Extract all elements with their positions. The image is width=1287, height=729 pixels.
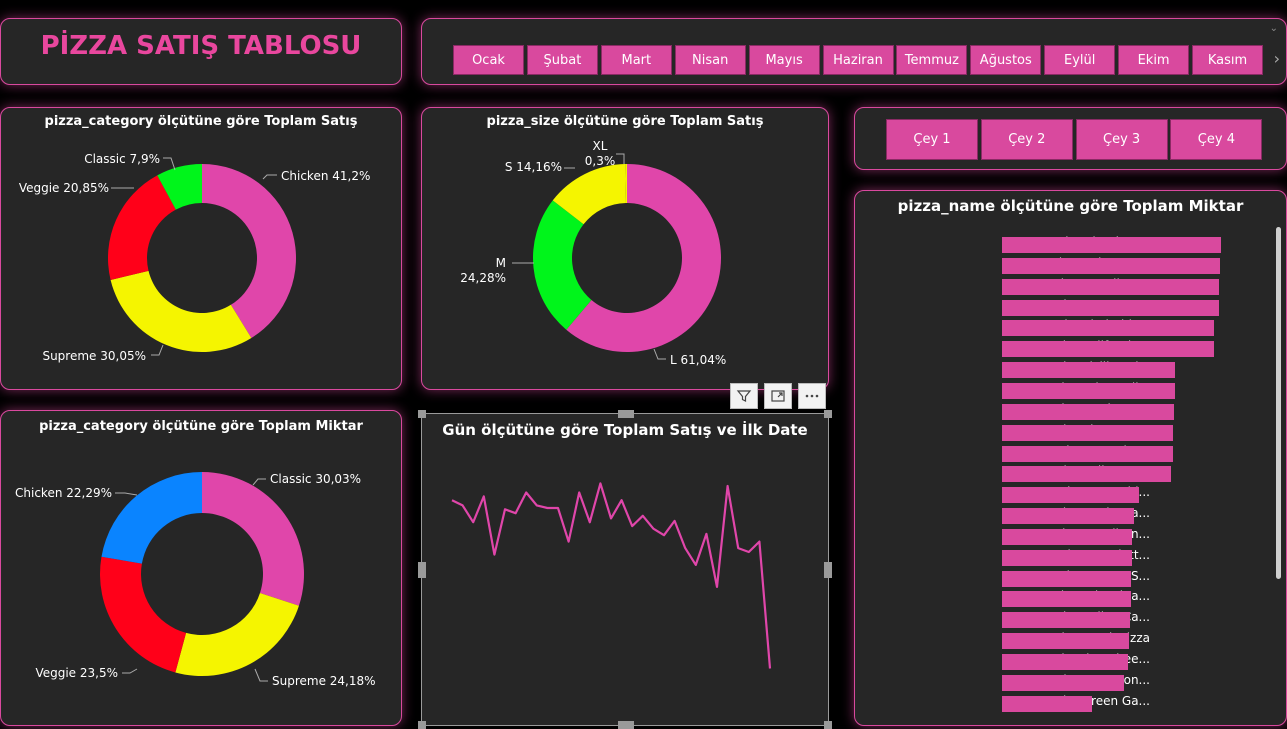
bar[interactable] bbox=[1002, 654, 1128, 670]
donut-slice-supreme[interactable] bbox=[110, 270, 252, 352]
month-slicer: Ocak Şubat Mart Nisan Mayıs Haziran Temmuz Ağus… bbox=[421, 18, 1287, 85]
slice-label: 24,28% bbox=[460, 271, 506, 285]
resize-handle-tr[interactable] bbox=[824, 410, 832, 418]
slice-label: Veggie 23,5% bbox=[35, 666, 118, 680]
bar[interactable] bbox=[1002, 382, 1175, 399]
quarter-button[interactable]: Çey 4 bbox=[1170, 119, 1263, 160]
bar[interactable] bbox=[1002, 487, 1139, 504]
resize-handle-top[interactable] bbox=[618, 410, 634, 418]
month-button[interactable]: Ocak bbox=[453, 45, 524, 75]
leader-line bbox=[115, 492, 138, 496]
day-line-chart bbox=[451, 482, 772, 669]
month-button[interactable]: Eylül bbox=[1044, 45, 1116, 75]
more-options-icon[interactable] bbox=[798, 383, 826, 409]
slice-label: Veggie 20,85% bbox=[19, 181, 109, 195]
bar[interactable] bbox=[1002, 403, 1174, 420]
quarter-button[interactable]: Çey 2 bbox=[980, 119, 1073, 160]
size-sales-donut: L 61,04% M24,28% S 14,16% XL0,3% bbox=[460, 139, 726, 367]
month-button[interactable]: Mart bbox=[600, 45, 672, 75]
filter-icon[interactable] bbox=[730, 383, 758, 409]
quarter-button[interactable]: Çey 3 bbox=[1075, 119, 1168, 160]
bar[interactable] bbox=[1002, 466, 1171, 483]
donut-slice-chicken[interactable] bbox=[101, 472, 202, 564]
scrollbar[interactable] bbox=[1276, 227, 1281, 579]
slice-label: Classic 7,9% bbox=[84, 152, 160, 166]
bar[interactable] bbox=[1002, 362, 1175, 379]
donut-slice-veggie[interactable] bbox=[107, 175, 176, 280]
bar[interactable] bbox=[1002, 299, 1219, 316]
month-button[interactable]: Şubat bbox=[526, 45, 598, 75]
category-sales-donut: Chicken 41,2% Supreme 30,05% Veggie 20,85%… bbox=[19, 152, 371, 363]
month-button[interactable]: Mayıs bbox=[748, 45, 820, 75]
month-button[interactable]: Kasım bbox=[1192, 45, 1263, 75]
resize-handle-tl[interactable] bbox=[418, 410, 426, 418]
slice-label: 0,3% bbox=[585, 154, 616, 168]
slice-label: Chicken 22,29% bbox=[15, 486, 112, 500]
bar[interactable] bbox=[1002, 570, 1132, 587]
bar[interactable] bbox=[1002, 341, 1215, 358]
bar[interactable] bbox=[1002, 528, 1133, 545]
bar[interactable] bbox=[1002, 674, 1124, 691]
size-sales-panel: pizza_size ölçütüne göre Toplam Satış L … bbox=[421, 107, 829, 390]
leader-line bbox=[262, 174, 277, 180]
leader-line bbox=[653, 348, 666, 360]
category-sales-panel: pizza_category ölçütüne göre Toplam Satı… bbox=[0, 107, 402, 390]
quarter-slicer: Çey 1 Çey 2 Çey 3 Çey 4 bbox=[854, 107, 1287, 170]
slice-label: Classic 30,03% bbox=[270, 472, 361, 486]
slice-label: Supreme 30,05% bbox=[42, 349, 146, 363]
month-button[interactable]: Ekim bbox=[1118, 45, 1190, 75]
chevron-down-icon[interactable]: ⌄ bbox=[1270, 23, 1278, 34]
bar[interactable] bbox=[1002, 237, 1221, 253]
bar[interactable] bbox=[1002, 549, 1133, 566]
slice-label: XL bbox=[593, 139, 608, 153]
month-button[interactable]: Ağustos bbox=[970, 45, 1042, 75]
slice-label: M bbox=[496, 256, 506, 270]
category-qty-panel: pizza_category ölçütüne göre Toplam Mikt… bbox=[0, 410, 402, 726]
bar[interactable] bbox=[1002, 257, 1220, 274]
donut-slice-classic[interactable] bbox=[202, 472, 304, 606]
bar[interactable] bbox=[1002, 633, 1130, 650]
leader-line bbox=[163, 157, 176, 171]
leader-line bbox=[252, 478, 266, 486]
pizza-qty-panel: pizza_name ölçütüne göre Toplam Miktar T… bbox=[854, 190, 1287, 726]
quarter-button[interactable]: Çey 1 bbox=[886, 119, 978, 160]
month-button[interactable]: Temmuz bbox=[896, 45, 968, 75]
slice-label: Chicken 41,2% bbox=[281, 169, 370, 183]
bar[interactable] bbox=[1002, 591, 1132, 608]
category-qty-donut: Classic 30,03% Supreme 24,18% Veggie 23,5%… bbox=[15, 472, 376, 688]
leader-line bbox=[151, 344, 164, 356]
month-button[interactable]: Haziran bbox=[822, 45, 894, 75]
leader-line bbox=[254, 668, 268, 682]
resize-handle-right[interactable] bbox=[824, 562, 832, 578]
bar[interactable] bbox=[1002, 508, 1135, 525]
leader-line bbox=[122, 668, 138, 674]
slice-label: Supreme 24,18% bbox=[272, 674, 376, 688]
chevron-right-icon[interactable]: › bbox=[1274, 49, 1280, 68]
resize-handle-left[interactable] bbox=[418, 562, 426, 578]
bar[interactable] bbox=[1002, 445, 1173, 462]
title-panel: PİZZA SATIŞ TABLOSU bbox=[0, 18, 402, 85]
month-button[interactable]: Nisan bbox=[674, 45, 746, 75]
bar[interactable] bbox=[1002, 320, 1215, 337]
sales-line-series[interactable] bbox=[451, 482, 772, 669]
bar[interactable] bbox=[1002, 278, 1220, 295]
slice-label: L 61,04% bbox=[670, 353, 726, 367]
bar[interactable] bbox=[1002, 695, 1092, 712]
focus-mode-icon[interactable] bbox=[764, 383, 792, 409]
bar[interactable] bbox=[1002, 424, 1173, 441]
donut-slice-veggie[interactable] bbox=[100, 556, 187, 673]
pizza-qty-bars: The Classic D...The Barbecue ...The Hawa… bbox=[855, 191, 1287, 727]
donut-slice-supreme[interactable] bbox=[175, 592, 299, 676]
page-title: PİZZA SATIŞ TABLOSU bbox=[40, 31, 362, 61]
bar[interactable] bbox=[1002, 612, 1131, 629]
day-line-panel[interactable]: Gün ölçütüne göre Toplam Satış ve İlk Da… bbox=[418, 410, 832, 729]
slice-label: S 14,16% bbox=[505, 160, 562, 174]
leader-line bbox=[616, 153, 625, 164]
